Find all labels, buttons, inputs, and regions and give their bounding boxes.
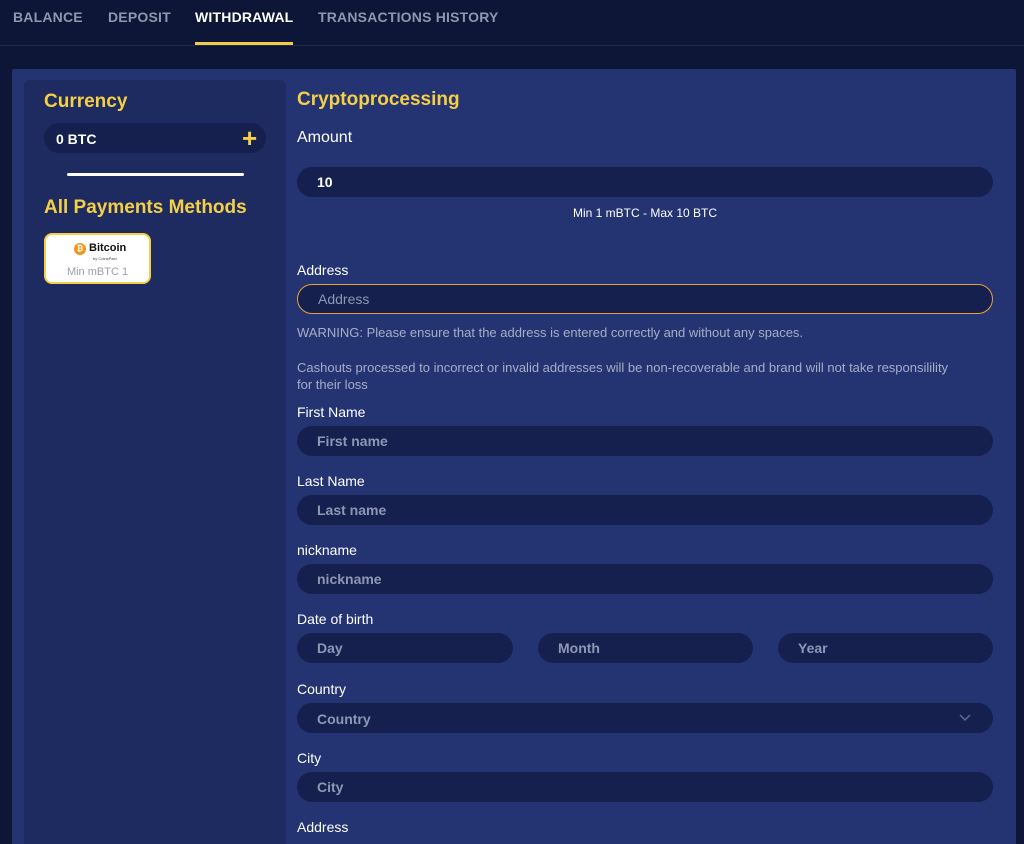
country-select[interactable]: Country xyxy=(297,703,993,733)
bitcoin-icon: ₿ xyxy=(74,243,86,255)
address-input[interactable] xyxy=(297,284,993,314)
sidebar-divider xyxy=(67,173,244,176)
first-name-label: First Name xyxy=(297,404,366,420)
address-label: Address xyxy=(297,262,349,278)
tab-withdrawal[interactable]: WITHDRAWAL xyxy=(195,9,293,25)
first-name-input[interactable] xyxy=(297,426,993,456)
dob-year-input[interactable] xyxy=(778,633,993,663)
nickname-label: nickname xyxy=(297,542,357,558)
amount-input[interactable] xyxy=(297,167,993,197)
tab-balance[interactable]: BALANCE xyxy=(13,9,83,25)
payment-sidebar xyxy=(24,80,286,844)
amount-label: Amount xyxy=(297,129,353,146)
method-name: Bitcoin xyxy=(89,242,127,254)
city-label: City xyxy=(297,750,322,766)
dob-label: Date of birth xyxy=(297,611,374,627)
last-name-input[interactable] xyxy=(297,495,993,525)
currency-selector[interactable]: 0 BTC + xyxy=(44,123,266,153)
active-tab-indicator xyxy=(195,42,293,45)
dob-month-input[interactable] xyxy=(538,633,753,663)
dob-day-input[interactable] xyxy=(297,633,513,663)
currency-balance: 0 BTC xyxy=(56,131,97,147)
currency-title: Currency xyxy=(44,91,128,112)
address-warning: WARNING: Please ensure that the address … xyxy=(297,325,804,340)
account-tabs: BALANCE DEPOSIT WITHDRAWAL TRANSACTIONS … xyxy=(0,0,1024,46)
tab-transactions-history[interactable]: TRANSACTIONS HISTORY xyxy=(318,9,499,25)
tab-deposit[interactable]: DEPOSIT xyxy=(108,9,171,25)
cashout-note: Cashouts processed to incorrect or inval… xyxy=(297,360,949,392)
method-provider: by CoinsPaid xyxy=(93,256,117,261)
address2-label: Address xyxy=(297,819,349,835)
form-title: Cryptoprocessing xyxy=(297,89,460,110)
country-select-value: Country xyxy=(317,711,371,727)
chevron-down-icon xyxy=(959,714,971,722)
country-label: Country xyxy=(297,681,347,697)
plus-icon[interactable]: + xyxy=(242,125,260,151)
amount-limits: Min 1 mBTC - Max 10 BTC xyxy=(572,206,718,220)
method-min: Min mBTC 1 xyxy=(66,266,129,278)
city-input[interactable] xyxy=(297,772,993,802)
payment-methods-title: All Payments Methods xyxy=(44,197,247,218)
last-name-label: Last Name xyxy=(297,473,365,489)
nickname-input[interactable] xyxy=(297,564,993,594)
payment-method-bitcoin[interactable]: ₿ Bitcoin by CoinsPaid Min mBTC 1 xyxy=(44,233,151,284)
